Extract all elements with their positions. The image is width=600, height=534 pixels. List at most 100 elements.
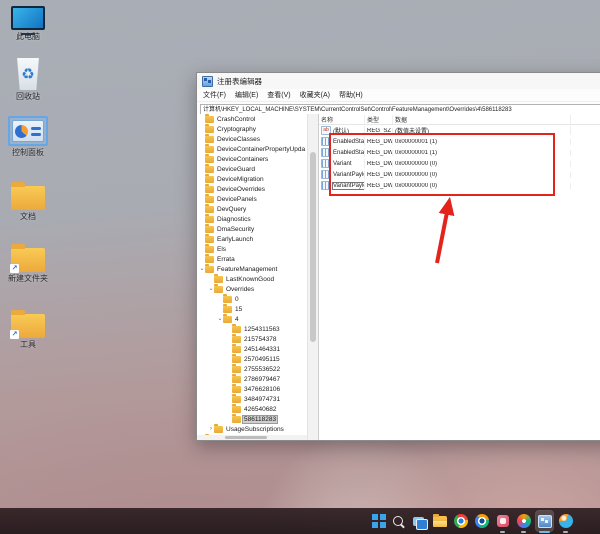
ball-icon <box>558 514 573 528</box>
chrome-button[interactable] <box>452 511 469 531</box>
value-name-cell: EnabledState <box>319 137 365 146</box>
folder-icon <box>205 183 214 193</box>
hscroll-thumb[interactable] <box>225 436 267 439</box>
vscroll-thumb[interactable] <box>310 152 316 342</box>
tree-item[interactable]: DeviceContainers <box>197 153 307 164</box>
tree-item-label: DeviceClasses <box>217 135 260 143</box>
tree-item[interactable]: DevQuery <box>197 203 307 214</box>
shortcut-arrow-icon: ↗ <box>10 264 19 273</box>
column-header-data[interactable]: 数据 <box>393 114 571 124</box>
tree-item-label: 15 <box>235 305 243 313</box>
tree-item[interactable]: DeviceContainerPropertyUpda <box>197 143 307 154</box>
tree-item[interactable]: Errata <box>197 253 307 264</box>
value-name-cell: VariantPayload <box>319 170 365 179</box>
tree-item[interactable]: Els <box>197 243 307 254</box>
value-row[interactable]: EnabledStateO...REG_DWORD0x00000001 (1) <box>319 147 600 158</box>
desktop-icon-folder-4[interactable]: ↗ 新建文件夹 <box>2 244 54 283</box>
tree-item[interactable]: DmaSecurity <box>197 223 307 234</box>
tree-item[interactable]: Diagnostics <box>197 213 307 224</box>
folder-icon <box>205 243 214 253</box>
value-type: REG_DWORD <box>367 160 393 167</box>
tree-item[interactable]: DeviceGuard <box>197 163 307 174</box>
tree-item[interactable]: 3476628106 <box>197 383 307 394</box>
value-row[interactable]: ab (默认) REG_SZ (数值未设置) <box>319 125 600 136</box>
start-button[interactable] <box>368 511 385 531</box>
desktop-icon-recycle-bin-1[interactable]: ♻ 回收站 <box>2 58 54 101</box>
column-header-type[interactable]: 类型 <box>365 114 393 124</box>
tree-item[interactable]: DevicePanels <box>197 193 307 204</box>
tree-item[interactable]: 586118283 <box>197 413 307 424</box>
tree-item-label: EarlyLaunch <box>217 235 254 243</box>
tree-item[interactable]: 3484974731 <box>197 393 307 404</box>
folder-icon <box>232 353 241 363</box>
folder-icon <box>232 373 241 383</box>
tree-item-label: 586118283 <box>241 414 279 424</box>
desktop-icon-this-pc-0[interactable]: 此电脑 <box>2 6 54 41</box>
menu-item-2[interactable]: 查看(V) <box>267 90 290 100</box>
tree-item[interactable]: CrashControl <box>197 114 307 124</box>
tree-item[interactable]: LastKnownGood <box>197 273 307 284</box>
photos-app-button[interactable] <box>494 511 511 533</box>
menu-item-0[interactable]: 文件(F) <box>203 90 226 100</box>
desktop-icon-label: 控制面板 <box>12 148 44 157</box>
folder-icon <box>205 223 214 233</box>
tree-item[interactable]: 426540682 <box>197 403 307 414</box>
tree-item[interactable]: 2755536522 <box>197 363 307 374</box>
tree-item[interactable]: › UsageSubscriptions <box>197 423 307 434</box>
desktop-icon-label: 回收站 <box>16 92 40 101</box>
tree-item-label: DeviceOverrides <box>217 185 266 193</box>
tree-horizontal-scrollbar[interactable] <box>197 435 307 440</box>
value-row[interactable]: Variant REG_DWORD0x00000000 (0) <box>319 158 600 169</box>
value-row[interactable]: EnabledStateREG_DWORD0x00000001 (1) <box>319 136 600 147</box>
value-type: REG_DWORD <box>367 138 393 145</box>
value-row[interactable]: VariantPayload...REG_DWORD0x00000000 (0) <box>319 180 600 191</box>
tree-item-label: UsageSubscriptions <box>226 425 284 433</box>
title-bar[interactable]: 注册表编辑器 <box>197 73 600 89</box>
folder-icon <box>232 403 241 413</box>
values-header-row[interactable]: 名称 类型 数据 <box>319 114 600 125</box>
desktop-icon-control-panel-2[interactable]: 控制面板 <box>2 116 54 157</box>
search-button[interactable] <box>389 511 406 531</box>
menu-item-3[interactable]: 收藏夹(A) <box>300 90 330 100</box>
registry-editor-button[interactable] <box>535 510 554 533</box>
tree-item[interactable]: ⌄ FeatureManagement <box>197 263 307 274</box>
dword-value-icon <box>321 148 331 157</box>
ball-app-button[interactable] <box>557 511 574 533</box>
folder-icon <box>205 163 214 173</box>
recycle-bin-icon: ♻ <box>17 58 39 90</box>
tree-item[interactable]: DeviceMigration <box>197 173 307 184</box>
tree-item[interactable]: ⌄ 4 <box>197 313 307 324</box>
folder-icon <box>205 173 214 183</box>
tree-item[interactable]: DeviceOverrides <box>197 183 307 194</box>
task-view-button[interactable] <box>410 511 428 531</box>
tree-item[interactable]: 1254311563 <box>197 323 307 334</box>
tree-item[interactable]: DeviceClasses <box>197 133 307 144</box>
tree-vertical-scrollbar[interactable] <box>307 114 318 440</box>
tree-item[interactable]: 2786979467 <box>197 373 307 384</box>
folder-icon <box>223 303 232 313</box>
file-explorer-button[interactable] <box>431 511 448 531</box>
menu-item-1[interactable]: 编辑(E) <box>235 90 258 100</box>
tree-item[interactable]: 15 <box>197 303 307 314</box>
tree-item[interactable]: EarlyLaunch <box>197 233 307 244</box>
taskview-icon <box>413 516 428 530</box>
value-name-cell: EnabledStateO... <box>319 148 365 157</box>
taskbar <box>0 508 600 534</box>
desktop-icon-label: 新建文件夹 <box>8 274 48 283</box>
browser-button[interactable] <box>473 511 490 531</box>
tree-item[interactable]: ⌄ Overrides <box>197 283 307 294</box>
tree-item[interactable]: 0 <box>197 293 307 304</box>
menu-item-4[interactable]: 帮助(H) <box>339 90 363 100</box>
tree-item[interactable]: 2451464331 <box>197 343 307 354</box>
desktop-icon-folder-5[interactable]: ↗ 工具 <box>2 310 54 349</box>
photos-icon <box>496 515 509 527</box>
tree-item[interactable]: Cryptography <box>197 123 307 134</box>
tree-item[interactable]: 2570495115 <box>197 353 307 364</box>
tree-item[interactable]: 215754378 <box>197 333 307 344</box>
column-header-name[interactable]: 名称 <box>319 114 365 124</box>
folder-icon: ↗ <box>10 310 45 339</box>
folder-icon <box>232 333 241 343</box>
colorful-app-button[interactable] <box>515 511 532 533</box>
value-row[interactable]: VariantPayloadREG_DWORD0x00000000 (0) <box>319 169 600 180</box>
desktop-icon-folder-3[interactable]: 文档 <box>2 182 54 221</box>
